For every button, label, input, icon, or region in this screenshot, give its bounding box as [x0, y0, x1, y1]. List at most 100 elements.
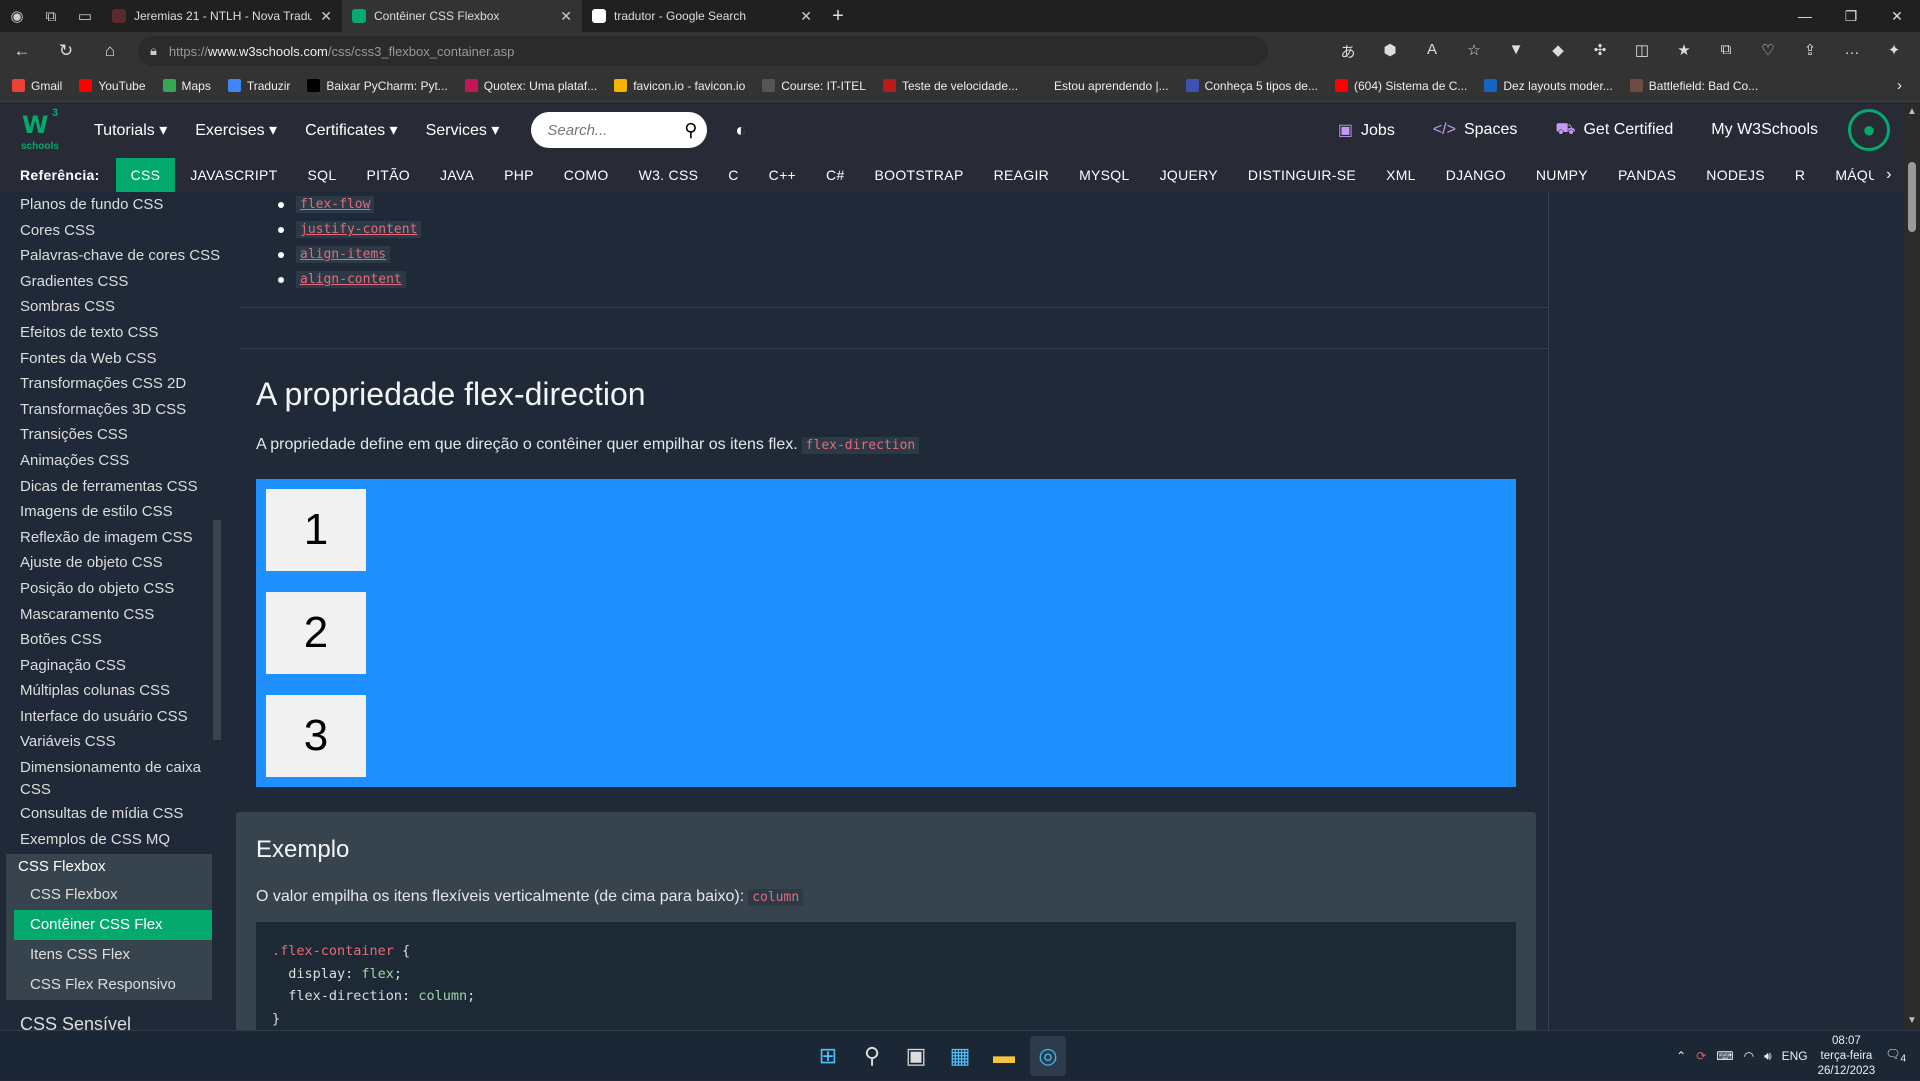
bookmark-item[interactable]: Conheça 5 tipos de...	[1185, 79, 1318, 93]
sidebar-item[interactable]: Botões CSS	[0, 627, 222, 653]
ref-item-java[interactable]: JAVA	[425, 158, 489, 192]
ref-item-pit-o[interactable]: PITÃO	[351, 158, 425, 192]
property-link[interactable]: justify-content	[296, 221, 422, 238]
my-w3schools-link[interactable]: My W3Schools	[1711, 121, 1818, 139]
brave-icon[interactable]: ▼	[1496, 41, 1536, 62]
widgets-icon[interactable]: ▦	[942, 1036, 978, 1076]
favorite-star-icon[interactable]: ☆	[1454, 41, 1494, 62]
refresh-icon[interactable]: ↻	[44, 41, 88, 61]
new-tab-button[interactable]: +	[822, 5, 854, 28]
sidebar-item[interactable]: Cores CSS	[0, 218, 222, 244]
sidebar-item[interactable]: Exemplos de CSS MQ	[0, 827, 222, 853]
more-icon[interactable]: …	[1832, 41, 1872, 62]
performance-icon[interactable]: ♡	[1748, 41, 1788, 62]
bookmark-item[interactable]: YouTube	[79, 79, 146, 93]
scroll-up-icon[interactable]: ▲	[1907, 106, 1917, 117]
copilot-icon[interactable]: ✦	[1874, 41, 1914, 62]
sidebar-subitem[interactable]: CSS Flexbox	[6, 880, 212, 910]
user-avatar-icon[interactable]: ●	[1848, 109, 1890, 151]
bookmark-item[interactable]: Battlefield: Bad Co...	[1629, 79, 1758, 93]
ref-item-css[interactable]: CSS	[115, 158, 176, 192]
sidebar-item[interactable]: Paginação CSS	[0, 653, 222, 679]
sidebar-item[interactable]: Variáveis CSS	[0, 729, 222, 755]
search-icon[interactable]: ⚲	[684, 120, 697, 141]
spaces-link[interactable]: </> Spaces	[1433, 121, 1518, 139]
sidebar-item[interactable]: Animações CSS	[0, 448, 222, 474]
extension-icon[interactable]: ⬢	[1370, 41, 1410, 62]
get-certified-link[interactable]: ⛟ Get Certified	[1555, 120, 1673, 140]
sidebar-subitem-active[interactable]: Contêiner CSS Flex	[14, 910, 212, 941]
sidebar-item[interactable]: Posição do objeto CSS	[0, 576, 222, 602]
language-indicator[interactable]: ENG	[1782, 1049, 1808, 1063]
sidebar-subitem[interactable]: CSS Flex Responsivo	[6, 970, 212, 1000]
browser-tab-active[interactable]: Contêiner CSS Flexbox ✕	[342, 0, 582, 32]
task-view-icon[interactable]: ▣	[898, 1036, 934, 1076]
menu-exercises[interactable]: Exercises ▾	[195, 120, 277, 140]
bookmark-item[interactable]: favicon.io - favicon.io	[614, 79, 745, 93]
bookmark-item[interactable]: Estou aprendendo |...	[1035, 79, 1169, 93]
home-icon[interactable]: ⌂	[88, 41, 132, 61]
ref-item-reagir[interactable]: REAGIR	[979, 158, 1064, 192]
sidebar-item[interactable]: Dimensionamento de caixa CSS	[0, 755, 222, 801]
jobs-link[interactable]: ▣ Jobs	[1338, 120, 1395, 140]
ref-item-c-[interactable]: C#	[811, 158, 860, 192]
sidebar-item[interactable]: Transformações 3D CSS	[0, 397, 222, 423]
bookmark-item[interactable]: Gmail	[12, 79, 62, 93]
bookmark-item[interactable]: Baixar PyCharm: Pyt...	[307, 79, 448, 93]
sidebar-item[interactable]: Transições CSS	[0, 422, 222, 448]
lock-icon[interactable]: 🔒︎	[150, 43, 157, 59]
volume-icon[interactable]: 🔊︎	[1764, 1049, 1772, 1064]
favorites-icon[interactable]: ★	[1664, 41, 1704, 62]
ref-item-nodejs[interactable]: NODEJS	[1691, 158, 1780, 192]
sidebar-item[interactable]: Interface do usuário CSS	[0, 704, 222, 730]
workspaces-icon[interactable]: ⧉	[34, 0, 68, 32]
chevron-right-icon[interactable]: ›	[1874, 158, 1904, 192]
property-link[interactable]: flex-flow	[296, 196, 375, 213]
ref-item-pandas[interactable]: PANDAS	[1603, 158, 1691, 192]
chevron-up-icon[interactable]: ⌃	[1676, 1049, 1686, 1063]
sidebar-section-heading[interactable]: CSS Sensível	[0, 1000, 222, 1030]
sidebar-item[interactable]: Consultas de mídia CSS	[0, 801, 222, 827]
ref-item-mysql[interactable]: MYSQL	[1064, 158, 1145, 192]
ublock-icon[interactable]: ◆	[1538, 41, 1578, 62]
profile-icon[interactable]: ◉	[0, 0, 34, 32]
browser-tab[interactable]: Jeremias 21 - NTLH - Nova Tradu ✕	[102, 0, 342, 32]
close-window-icon[interactable]: ✕	[1874, 8, 1920, 25]
collections-icon[interactable]: ⧉	[1706, 41, 1746, 62]
translate-icon[interactable]: あ	[1328, 41, 1368, 62]
close-icon[interactable]: ✕	[560, 8, 572, 25]
bookmark-item[interactable]: Dez layouts moder...	[1484, 79, 1613, 93]
back-icon[interactable]: ←	[0, 41, 44, 61]
ref-item-c-[interactable]: C++	[754, 158, 811, 192]
bookmark-item[interactable]: Traduzir	[227, 79, 290, 93]
property-link[interactable]: align-items	[296, 246, 391, 263]
sync-icon[interactable]: ⟳	[1696, 1049, 1706, 1063]
ref-item-distinguir-se[interactable]: DISTINGUIR-SE	[1233, 158, 1371, 192]
sidebar-item[interactable]: Fontes da Web CSS	[0, 346, 222, 372]
ref-item-xml[interactable]: XML	[1371, 158, 1431, 192]
bookmark-item[interactable]: Quotex: Uma plataf...	[464, 79, 597, 93]
sidebar-item[interactable]: Múltiplas colunas CSS	[0, 678, 222, 704]
ref-item-c[interactable]: C	[713, 158, 753, 192]
w3schools-logo[interactable]: W 3 schools	[20, 107, 64, 153]
sidebar-item[interactable]: Gradientes CSS	[0, 269, 222, 295]
bookmark-item[interactable]: Course: IT-ITEL	[762, 79, 866, 93]
file-explorer-icon[interactable]: ▬	[986, 1036, 1022, 1076]
menu-tutorials[interactable]: Tutorials ▾	[94, 120, 167, 140]
search-icon[interactable]: ⚲	[854, 1036, 890, 1076]
ref-item-como[interactable]: COMO	[549, 158, 624, 192]
share-icon[interactable]: ⇪	[1790, 41, 1830, 62]
extensions-icon[interactable]: ✣	[1580, 41, 1620, 62]
wifi-icon[interactable]: ◠	[1744, 1049, 1754, 1063]
close-icon[interactable]: ✕	[320, 8, 332, 25]
page-scrollbar[interactable]: ▲ ▼	[1904, 102, 1920, 1030]
ref-item-jquery[interactable]: JQUERY	[1145, 158, 1233, 192]
browser-tab[interactable]: tradutor - Google Search ✕	[582, 0, 822, 32]
sidebar-item[interactable]: Sombras CSS	[0, 294, 222, 320]
bookmark-item[interactable]: Maps	[162, 79, 211, 93]
sidebar-item[interactable]: Planos de fundo CSS	[0, 192, 222, 218]
read-aloud-icon[interactable]: A	[1412, 41, 1452, 62]
sidebar-item[interactable]: Transformações CSS 2D	[0, 371, 222, 397]
sidebar-scrollbar[interactable]	[213, 520, 221, 740]
ref-item-numpy[interactable]: NUMPY	[1521, 158, 1603, 192]
